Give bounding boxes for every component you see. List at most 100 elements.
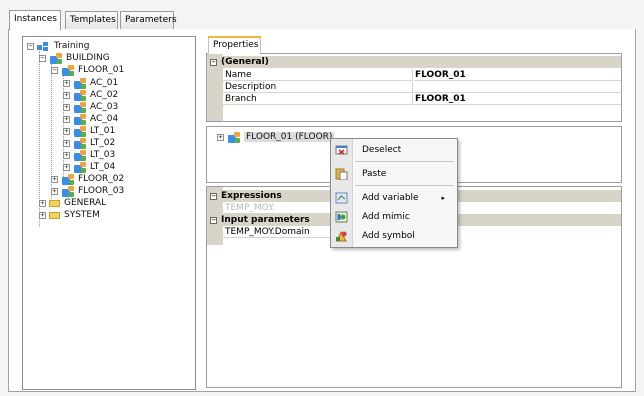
menu-item-label: Add mimic [362,212,410,222]
instance-node-label: FLOOR_01 (FLOOR) [244,132,335,142]
folder-icon [49,211,61,219]
folder-icon [49,199,61,207]
tree-item-building[interactable]: − BUILDING [39,52,110,64]
instance-icon [49,52,63,64]
instance-tree[interactable]: − Training − BUILDING − FLOOR_01 + AC_01… [22,36,196,390]
tree-label: FLOOR_01 [78,65,125,75]
menu-item-label: Add variable [362,193,419,203]
expand-icon[interactable]: + [63,103,70,111]
tree-label: LT_03 [90,150,116,160]
tree-item-lt-02[interactable]: + LT_02 [63,137,115,149]
expression-key: TEMP_MOY.[General].Na [223,202,333,225]
tree-label: GENERAL [64,198,107,208]
project-icon [37,41,51,52]
tree-item-floor-03[interactable]: + FLOOR_03 [51,185,124,197]
menu-item-add-mimic[interactable]: Add mimic [331,208,457,226]
add-symbol-icon [335,230,348,242]
instance-icon [73,101,87,113]
menu-item-deselect[interactable]: Deselect [331,141,457,159]
category-label: Input parameters [221,215,310,225]
tree-item-ac-04[interactable]: + AC_04 [63,113,118,125]
property-row-branch[interactable]: Branch FLOOR_01 [207,93,621,105]
tree-item-ac-02[interactable]: + AC_02 [63,89,118,101]
add-mimic-icon [335,211,348,223]
expand-icon[interactable]: + [63,127,70,135]
menu-item-label: Add symbol [362,231,415,241]
property-row-description[interactable]: Description [207,81,621,93]
expand-icon[interactable]: + [217,133,224,141]
menu-separator [355,185,454,186]
collapse-icon[interactable]: − [210,58,217,66]
menu-item-paste[interactable]: Paste [331,165,457,183]
tree-label: LT_01 [90,126,116,136]
expand-icon[interactable]: + [39,211,46,219]
tree-item-training[interactable]: − Training [27,40,90,52]
instance-icon [61,64,75,76]
tree-item-system[interactable]: + SYSTEM [39,209,100,221]
instance-icon [73,125,87,137]
tree-item-ac-01[interactable]: + AC_01 [63,77,118,89]
instance-node[interactable]: + FLOOR_01 (FLOOR) [217,131,335,143]
tab-properties[interactable]: Properties [208,36,261,54]
instance-icon [61,185,75,197]
collapse-icon[interactable]: − [39,54,46,62]
collapse-icon[interactable]: − [51,66,58,74]
expand-icon[interactable]: + [39,199,46,207]
menu-separator [355,161,454,162]
tree-label: SYSTEM [64,210,100,220]
tree-item-lt-03[interactable]: + LT_03 [63,149,115,161]
tree-item-general[interactable]: + GENERAL [39,197,106,209]
expand-icon[interactable]: + [63,91,70,99]
tree-item-floor-02[interactable]: + FLOOR_02 [51,173,124,185]
instance-icon [73,137,87,149]
tab-instances[interactable]: Instances [9,10,61,30]
expand-icon[interactable]: + [51,175,58,183]
expand-icon[interactable]: + [63,139,70,147]
tree-label: AC_02 [90,90,119,100]
tree-label: Training [54,41,90,51]
instance-icon [61,173,75,185]
tree-label: BUILDING [66,53,110,63]
property-value[interactable]: FLOOR_01 [414,69,621,81]
instance-icon [73,89,87,101]
paste-icon [335,168,348,181]
tree-label: FLOOR_02 [78,174,125,184]
collapse-icon[interactable]: − [210,192,217,200]
property-row-name[interactable]: Name FLOOR_01 [207,69,621,81]
expand-icon[interactable]: + [63,163,70,171]
tab-parameters[interactable]: Parameters [120,11,177,29]
expand-icon[interactable]: + [63,79,70,87]
category-label: Expressions [221,191,282,201]
menu-item-label: Paste [362,169,387,179]
deselect-icon [335,144,348,156]
menu-item-add-variable[interactable]: Add variable ▸ [331,189,457,207]
submenu-arrow-icon: ▸ [441,194,445,202]
category-general[interactable]: − (General) [207,56,621,68]
property-grid: − (General) Name FLOOR_01 Description Br… [206,53,622,122]
instance-icon [227,131,241,143]
tree-item-lt-04[interactable]: + LT_04 [63,161,115,173]
context-menu[interactable]: Deselect Paste Add variable ▸ Add mimic … [330,138,458,248]
instance-icon [73,113,87,125]
input-parameter-key: TEMP_MOY.Domain [223,226,333,238]
property-key: Branch [223,93,413,105]
collapse-icon[interactable]: − [210,216,217,224]
tree-label: LT_04 [90,162,116,172]
tree-item-lt-01[interactable]: + LT_01 [63,125,115,137]
tab-templates[interactable]: Templates [65,11,118,29]
property-key: Name [223,69,413,81]
add-variable-icon [335,192,348,204]
tree-label: LT_02 [90,138,116,148]
property-value[interactable] [414,81,621,93]
menu-item-add-symbol[interactable]: Add symbol [331,227,457,245]
collapse-icon[interactable]: − [27,42,34,50]
expand-icon[interactable]: + [63,115,70,123]
menu-item-label: Deselect [362,145,402,155]
tree-item-ac-03[interactable]: + AC_03 [63,101,118,113]
expand-icon[interactable]: + [51,187,58,195]
tree-item-floor-01[interactable]: − FLOOR_01 [51,64,124,76]
instance-icon [73,149,87,161]
property-value[interactable]: FLOOR_01 [414,93,621,105]
tree-label: FLOOR_03 [78,186,125,196]
expand-icon[interactable]: + [63,151,70,159]
